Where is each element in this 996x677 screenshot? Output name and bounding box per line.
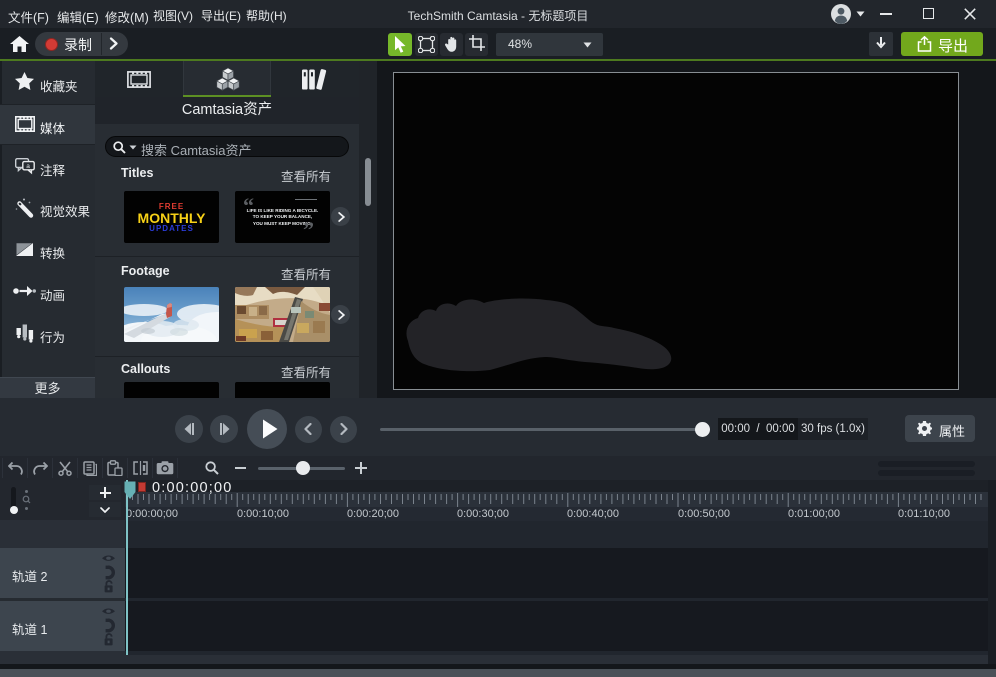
svg-text:a: a <box>26 163 30 170</box>
